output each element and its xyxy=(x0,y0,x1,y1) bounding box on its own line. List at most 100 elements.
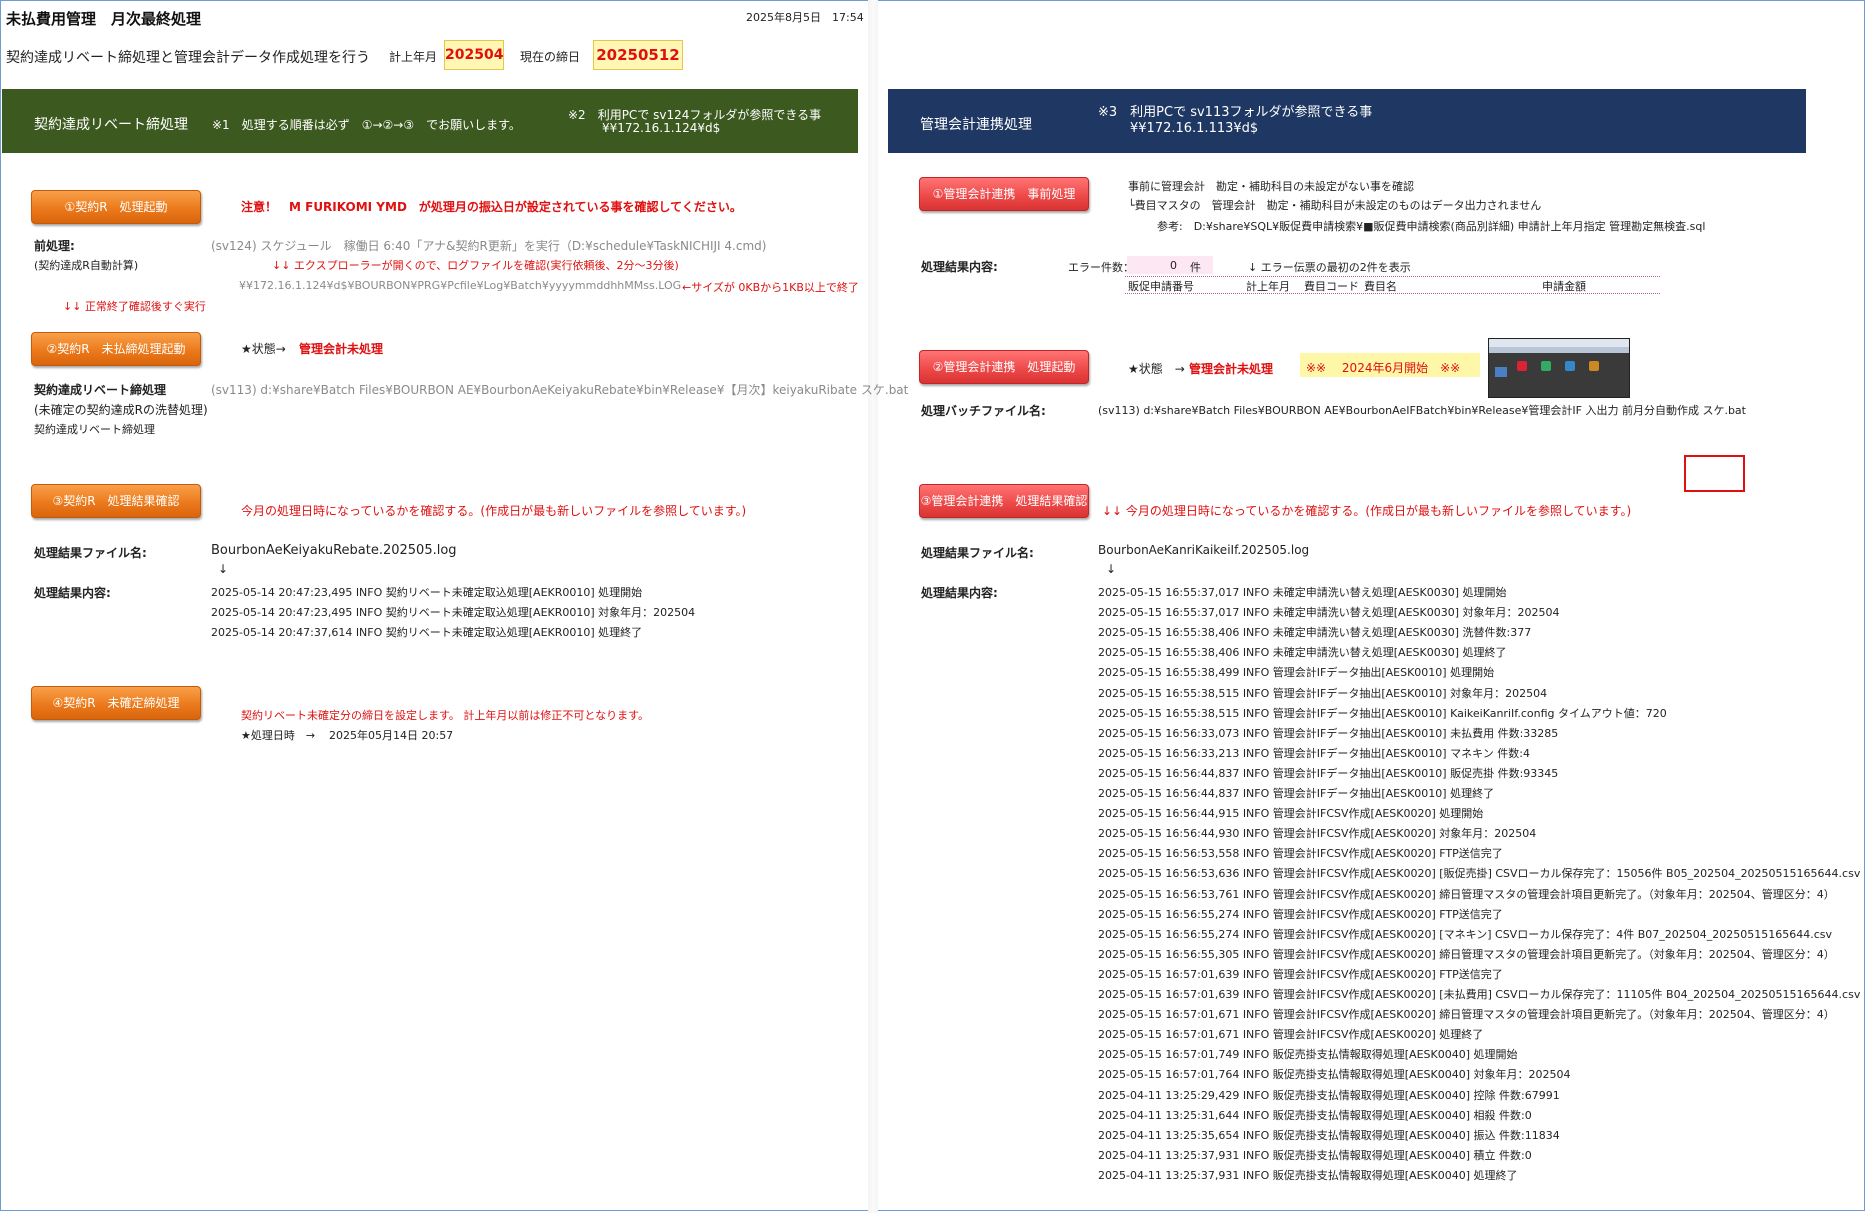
left-result-content-label: 処理結果内容: xyxy=(34,586,111,600)
log-line: 2025-05-15 16:56:55,274 INFO 管理会計IFCSV作成… xyxy=(1098,927,1833,941)
selection-rectangle xyxy=(1684,455,1745,492)
error-table-column-header: 費目名 xyxy=(1364,280,1397,293)
right-result-file-value: BourbonAeKanriKaikeiIf.202505.log xyxy=(1098,543,1310,557)
left-section-band: 契約達成リベート締処理 ※1 処理する順番は必ず ①→②→③ でお願いします。 … xyxy=(2,89,858,153)
log-line: 2025-05-15 16:56:33,213 INFO 管理会計IFデータ抽出… xyxy=(1098,746,1530,760)
kanri-result-button[interactable]: ③管理会計連携 処理結果確認 xyxy=(919,484,1089,518)
log-line: 2025-05-15 16:55:38,499 INFO 管理会計IFデータ抽出… xyxy=(1098,666,1495,680)
left-band-title: 契約達成リベート締処理 xyxy=(34,117,188,133)
rebate-proc-sub1: (未確定の契約達成Rの洗替処理) xyxy=(34,403,208,417)
left-result-file-label: 処理結果ファイル名: xyxy=(34,546,147,560)
keiyaku-r-start-button[interactable]: ①契約R 処理起動 xyxy=(31,190,201,224)
log-line: 2025-05-15 16:56:33,073 INFO 管理会計IFデータ抽出… xyxy=(1098,726,1559,740)
page-title: 未払費用管理 月次最終処理 xyxy=(6,10,202,28)
right-result-note: ↓↓ 今月の処理日時になっているかを確認する。(作成日が最も新しいファイルを参照… xyxy=(1102,504,1632,518)
log-line: 2025-04-11 13:25:29,429 INFO 販促売掛支払情報取得処… xyxy=(1098,1088,1560,1102)
log-line: 2025-04-11 13:25:31,644 INFO 販促売掛支払情報取得処… xyxy=(1098,1108,1532,1122)
left-result-arrow: ↓ xyxy=(218,562,229,576)
kanri-bat-path: (sv113) d:¥share¥Batch Files¥BOURBON AE¥… xyxy=(1098,404,1746,417)
right-result-arrow: ↓ xyxy=(1106,562,1117,576)
right-status-value: 管理会計未処理 xyxy=(1189,362,1274,376)
screenshot-thumbnail xyxy=(1488,338,1630,398)
log-line: 2025-05-15 16:57:01,671 INFO 管理会計IFCSV作成… xyxy=(1098,1028,1484,1042)
left-result-file-value: BourbonAeKeiyakuRebate.202505.log xyxy=(211,543,457,558)
left-status-label: ★状態→ xyxy=(241,342,286,356)
right-result-content-label: 処理結果内容: xyxy=(921,586,998,600)
error-table-column-header: 申請金額 xyxy=(1542,280,1586,293)
log-line: 2025-05-15 16:57:01,639 INFO 管理会計IFCSV作成… xyxy=(1098,967,1503,981)
log-line: 2025-05-15 16:55:38,515 INFO 管理会計IFデータ抽出… xyxy=(1098,686,1548,700)
furikomi-warning: 注意！ M FURIKOMI YMD が処理月の振込日が設定されている事を確認し… xyxy=(241,200,742,214)
pre-process-label: 前処理: xyxy=(34,239,75,253)
log-line: 2025-05-14 20:47:23,495 INFO 契約リベート未確定取込… xyxy=(211,606,696,619)
rebate-proc-sub2: 契約達成リベート締処理 xyxy=(34,423,155,436)
error-count-label: エラー件数： xyxy=(1068,261,1134,274)
shime-value: 20250512 xyxy=(593,40,683,70)
error-table-column-header: 計上年月 xyxy=(1246,280,1290,293)
log-line: 2025-05-14 20:47:23,495 INFO 契約リベート未確定取込… xyxy=(211,586,643,599)
keijo-label: 計上年月 xyxy=(389,50,438,64)
schedule-note: (sv124) スケジュール 稼働日 6:40「アナ&契約R更新」を実行（D:¥… xyxy=(211,239,767,253)
error-list-note: ↓ エラー伝票の最初の2件を表示 xyxy=(1248,261,1411,274)
log-line: 2025-05-15 16:55:38,406 INFO 未確定申請洗い替え処理… xyxy=(1098,626,1532,640)
log-line: 2025-05-15 16:56:44,930 INFO 管理会計IFCSV作成… xyxy=(1098,827,1537,841)
error-count-unit: 件 xyxy=(1190,261,1201,274)
log-line: 2025-05-14 20:47:37,614 INFO 契約リベート未確定取込… xyxy=(211,626,643,639)
log-line: 2025-05-15 16:56:53,558 INFO 管理会計IFCSV作成… xyxy=(1098,847,1503,861)
current-datetime: 2025年8月5日 17:54 xyxy=(746,11,864,24)
kanri-pre-process-button[interactable]: ①管理会計連携 事前処理 xyxy=(919,177,1089,211)
log-line: 2025-05-15 16:57:01,749 INFO 販促売掛支払情報取得処… xyxy=(1098,1048,1518,1062)
error-count-value: 0 xyxy=(1170,259,1177,272)
kanri-pre-ref: 参考: D:¥share¥SQL¥販促費申請検索¥■販促費申請検索(商品別詳細)… xyxy=(1157,220,1706,233)
log-line: 2025-05-15 16:57:01,639 INFO 管理会計IFCSV作成… xyxy=(1098,988,1861,1001)
log-line: 2025-05-15 16:56:44,837 INFO 管理会計IFデータ抽出… xyxy=(1098,787,1495,800)
log-line: 2025-05-15 16:56:53,761 INFO 管理会計IFCSV作成… xyxy=(1098,887,1835,901)
log-line: 2025-04-11 13:25:35,654 INFO 販促売掛支払情報取得処… xyxy=(1098,1128,1560,1142)
after-note: ↓↓ 正常終了確認後すぐ実行 xyxy=(63,300,206,313)
log-line: 2025-05-15 16:56:55,274 INFO 管理会計IFCSV作成… xyxy=(1098,907,1503,921)
kanri-pre-note2: └費目マスタの 管理会計 勘定・補助科目が未設定のものはデータ出力されません xyxy=(1128,199,1542,212)
mikakutei-datetime-value: 2025年05月14日 20:57 xyxy=(329,729,454,742)
log-line: 2025-05-15 16:56:55,305 INFO 管理会計IFCSV作成… xyxy=(1098,947,1835,961)
error-table-column-header: 費目コード xyxy=(1304,280,1359,293)
keiyaku-r-shime-button[interactable]: ②契約R 未払締処理起動 xyxy=(31,332,201,366)
log-line: 2025-04-11 13:25:37,931 INFO 販促売掛支払情報取得処… xyxy=(1098,1168,1518,1182)
keiyaku-r-result-button[interactable]: ③契約R 処理結果確認 xyxy=(31,484,201,518)
log-line: 2025-05-15 16:55:38,515 INFO 管理会計IFデータ抽出… xyxy=(1098,706,1667,720)
left-status-value: 管理会計未処理 xyxy=(299,342,384,356)
log-line: 2025-05-15 16:55:38,406 INFO 未確定申請洗い替え処理… xyxy=(1098,646,1507,660)
kanri-pre-note1: 事前に管理会計 勘定・補助科目の未設定がない事を確認 xyxy=(1128,180,1414,193)
log-line: 2025-05-15 16:56:44,915 INFO 管理会計IFCSV作成… xyxy=(1098,807,1484,821)
left-result-note: 今月の処理日時になっているかを確認する。(作成日が最も新しいファイルを参照してい… xyxy=(241,504,747,518)
log-line: 2025-05-15 16:55:37,017 INFO 未確定申請洗い替え処理… xyxy=(1098,606,1560,620)
error-table-column-header: 販促申請番号 xyxy=(1128,280,1194,293)
right-section-band: 管理会計連携処理 ※3 利用PCで sv113フォルダが参照できる事 ¥¥172… xyxy=(888,89,1806,153)
keiyaku-r-mikakutei-button[interactable]: ④契約R 未確定締処理 xyxy=(31,686,201,720)
rebate-proc-label: 契約達成リベート締処理 xyxy=(34,383,167,397)
right-result-file-label: 処理結果ファイル名: xyxy=(921,546,1034,560)
right-band-note-line1: ※3 利用PCで sv113フォルダが参照できる事 xyxy=(1098,105,1373,120)
size-note: ←サイズが 0KBから1KB以上で終了 xyxy=(682,281,859,294)
log-line: 2025-05-15 16:57:01,764 INFO 販促売掛支払情報取得処… xyxy=(1098,1068,1571,1082)
log-line: 2025-05-15 16:57:01,671 INFO 管理会計IFCSV作成… xyxy=(1098,1008,1835,1022)
rebate-bat-path: (sv113) d:¥share¥Batch Files¥BOURBON AE¥… xyxy=(211,383,909,397)
kanri-start-button[interactable]: ②管理会計連携 処理起動 xyxy=(919,350,1089,384)
explorer-note: ↓↓ エクスプローラーが開くので、ログファイルを確認(実行依頼後、2分～3分後) xyxy=(272,259,679,272)
keijo-value: 202504 xyxy=(444,40,504,70)
page-subtitle: 契約達成リベート締処理と管理会計データ作成処理を行う xyxy=(6,50,370,66)
page-separator xyxy=(868,0,878,1213)
log-line: 2025-04-11 13:25:37,931 INFO 販促売掛支払情報取得処… xyxy=(1098,1148,1532,1162)
log-line: 2025-05-15 16:55:37,017 INFO 未確定申請洗い替え処理… xyxy=(1098,586,1507,599)
log-line: 2025-05-15 16:56:44,837 INFO 管理会計IFデータ抽出… xyxy=(1098,766,1559,780)
kanri-bat-label: 処理バッチファイル名: xyxy=(921,404,1046,418)
right-band-note-line2: ¥¥172.16.1.113¥d$ xyxy=(1130,121,1259,136)
right-band-title: 管理会計連携処理 xyxy=(920,117,1032,133)
left-band-note2-line2: ¥¥172.16.1.124¥d$ xyxy=(602,121,721,135)
kanri-pre-result-label: 処理結果内容: xyxy=(921,260,998,274)
mikakutei-datetime-label: ★処理日時 → xyxy=(241,729,316,742)
log-path: ¥¥172.16.1.124¥d$¥BOURBON¥PRG¥Pcfile¥Log… xyxy=(239,279,682,292)
right-status-label: ★状態 → xyxy=(1128,362,1185,376)
shime-label: 現在の締日 xyxy=(520,50,581,64)
start-note: ※※ 2024年6月開始 ※※ xyxy=(1306,361,1461,375)
pre-process-sub: (契約達成R自動計算) xyxy=(34,259,139,272)
